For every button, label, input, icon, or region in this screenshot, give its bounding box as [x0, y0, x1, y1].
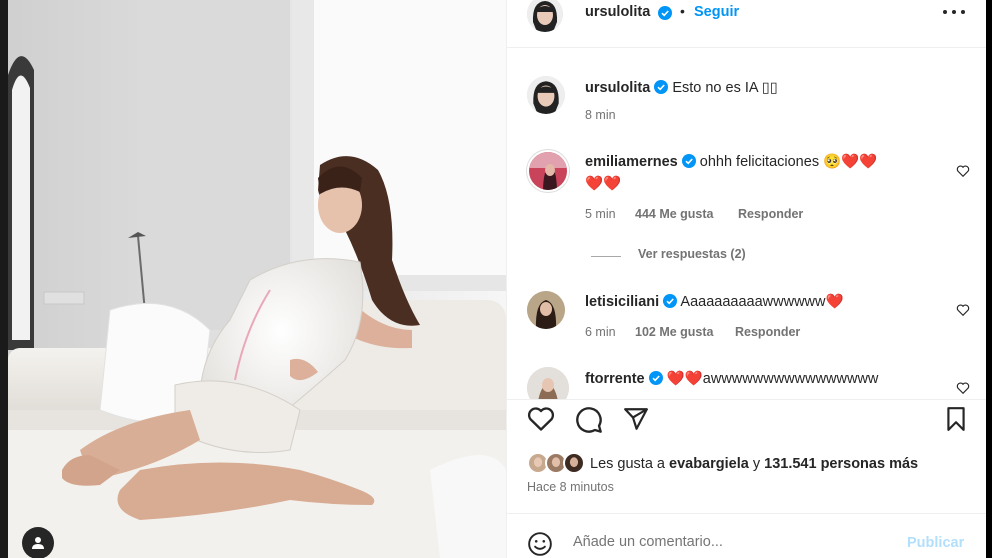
- emoji-icon[interactable]: [527, 531, 553, 557]
- comment-username[interactable]: ftorrente: [585, 371, 645, 387]
- reply-button[interactable]: Responder: [735, 325, 800, 339]
- post-header: ursulolita • Seguir: [507, 0, 987, 48]
- tagged-users-button[interactable]: [22, 527, 54, 558]
- post-actions: Les gusta a evabargiela y 131.541 person…: [507, 399, 987, 513]
- add-comment-bar: Publicar: [507, 513, 987, 558]
- share-icon[interactable]: [623, 406, 649, 432]
- comment-text-continued: ❤️❤️: [585, 176, 622, 192]
- caption-time[interactable]: 8 min: [585, 108, 616, 122]
- comments-list[interactable]: ursulolita Esto no es IA ▯▯ 8 min emilia…: [507, 49, 987, 399]
- comment-avatar[interactable]: [527, 291, 565, 329]
- replies-divider: [591, 256, 621, 257]
- comment-time[interactable]: 5 min: [585, 207, 616, 221]
- comment-username[interactable]: letisiciliani: [585, 294, 659, 310]
- comment-icon[interactable]: [575, 406, 603, 434]
- caption-text: Esto no es IA ▯▯: [672, 80, 778, 96]
- liker-username[interactable]: evabargiela: [669, 456, 749, 472]
- verified-badge-icon: [658, 6, 672, 20]
- comment-input[interactable]: [573, 534, 873, 550]
- verified-badge-icon: [681, 154, 696, 168]
- likes-prefix: Les gusta a: [590, 456, 669, 472]
- post-time[interactable]: Hace 8 minutos: [527, 480, 614, 494]
- post-photo: [0, 0, 506, 558]
- verified-badge-icon: [648, 371, 663, 385]
- comment-text: ohhh felicitaciones 🥺❤️❤️: [699, 154, 878, 170]
- comment-like-icon[interactable]: [956, 164, 970, 178]
- post-image[interactable]: [0, 0, 506, 558]
- comment-avatar[interactable]: [527, 367, 569, 399]
- comment-avatar[interactable]: [527, 150, 569, 192]
- verified-badge-icon: [663, 294, 678, 308]
- verified-badge-icon: [654, 80, 669, 94]
- liker-avatar[interactable]: [563, 452, 585, 474]
- reply-button[interactable]: Responder: [738, 207, 803, 221]
- comment-text: ❤️❤️awwwwwwwwwwwwwwww: [666, 371, 879, 387]
- publish-button[interactable]: Publicar: [907, 535, 964, 551]
- post-details-panel: ursulolita • Seguir ursulolita Esto no e…: [506, 0, 987, 558]
- caption-avatar[interactable]: [527, 76, 565, 114]
- heart-icon[interactable]: [527, 406, 555, 432]
- likes-summary: Les gusta a evabargiela y 131.541 person…: [590, 456, 918, 472]
- comment-username[interactable]: emiliamernes: [585, 154, 678, 170]
- likes-middle: y: [748, 456, 765, 472]
- author-username[interactable]: ursulolita: [585, 4, 650, 20]
- comment-time[interactable]: 6 min: [585, 325, 616, 339]
- person-icon: [32, 537, 44, 549]
- author-avatar[interactable]: [527, 0, 563, 32]
- follow-button[interactable]: Seguir: [694, 4, 739, 20]
- comment-text: Aaaaaaaaaawwwwww❤️: [680, 294, 844, 310]
- comment-likes[interactable]: 444 Me gusta: [635, 207, 714, 221]
- viewport-edge: [986, 0, 992, 558]
- more-options-icon[interactable]: [943, 2, 965, 22]
- comment-like-icon[interactable]: [956, 303, 970, 317]
- comment-like-icon[interactable]: [956, 381, 970, 395]
- caption-username[interactable]: ursulolita: [585, 80, 650, 96]
- likes-count[interactable]: 131.541 personas más: [764, 456, 918, 472]
- view-replies-button[interactable]: Ver respuestas (2): [638, 247, 746, 261]
- bookmark-icon[interactable]: [945, 406, 967, 432]
- comment-likes[interactable]: 102 Me gusta: [635, 325, 714, 339]
- separator-dot: •: [680, 3, 685, 19]
